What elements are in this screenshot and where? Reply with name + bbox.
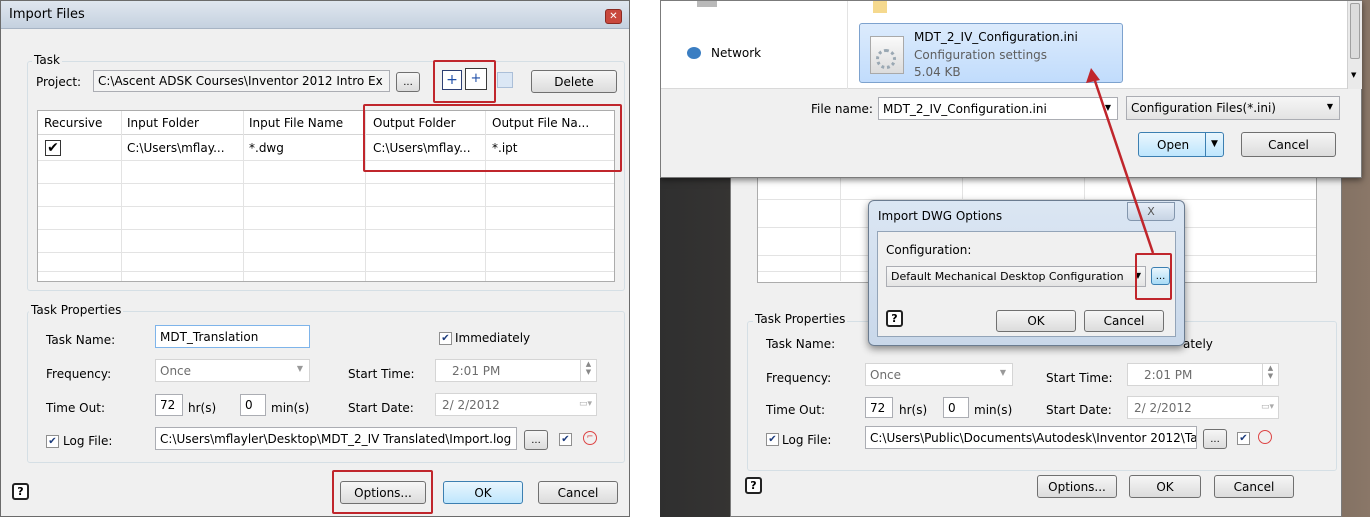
timeout-minutes-input[interactable]: 0 xyxy=(240,394,266,416)
chevron-down-icon: ▼ xyxy=(296,364,303,373)
annotation-box-output-columns xyxy=(363,104,622,172)
help-icon[interactable]: ? xyxy=(12,483,29,500)
log-enable-checkbox[interactable]: ✔ xyxy=(559,433,572,446)
right-screenshot: Task Properties Task Name: ately Frequen… xyxy=(660,0,1370,517)
col-recursive[interactable]: Recursive xyxy=(44,116,102,130)
start-time-input[interactable]: 2:01 PM ▲ ▼ xyxy=(435,359,597,382)
annotation-arrow xyxy=(1086,68,1155,254)
dialog-title: Import Files xyxy=(9,7,85,22)
delete-button[interactable]: Delete xyxy=(531,70,617,93)
col-input-file-name[interactable]: Input File Name xyxy=(249,116,343,130)
start-date-label: Start Date: xyxy=(348,401,414,415)
calendar-icon[interactable]: ▭▾ xyxy=(579,399,592,409)
task-properties-label: Task Properties xyxy=(29,303,124,317)
ok-button[interactable]: OK xyxy=(443,481,523,504)
clock-icon[interactable]: ⌐ xyxy=(583,431,597,445)
annotation-box-new-task xyxy=(433,60,496,103)
cell-input-file: *.dwg xyxy=(249,141,284,155)
recursive-checkbox[interactable]: ✔ xyxy=(45,140,61,156)
task-name-input[interactable]: MDT_Translation xyxy=(155,325,310,348)
start-time-label: Start Time: xyxy=(348,367,415,381)
log-browse-button[interactable]: ... xyxy=(524,430,548,450)
immediately-checkbox[interactable]: ✔ xyxy=(439,332,452,345)
timeout-hours-input[interactable]: 72 xyxy=(155,394,183,416)
hours-unit-label: hr(s) xyxy=(188,401,217,415)
spinner-icon[interactable]: ▲ ▼ xyxy=(580,360,596,381)
log-file-label: Log File: xyxy=(63,434,113,448)
timeout-label: Time Out: xyxy=(46,401,105,415)
project-field[interactable]: C:\Ascent ADSK Courses\Inventor 2012 Int… xyxy=(93,70,390,92)
minutes-unit-label: min(s) xyxy=(271,401,310,415)
log-file-input[interactable]: C:\Users\mflayler\Desktop\MDT_2_IV Trans… xyxy=(155,427,517,450)
task-group-label: Task xyxy=(32,53,62,67)
immediately-label: Immediately xyxy=(455,331,531,345)
task-name-label: Task Name: xyxy=(46,333,116,347)
copy-task-icon[interactable] xyxy=(497,72,513,88)
frequency-select[interactable]: Once ▼ xyxy=(155,359,310,382)
close-icon[interactable]: ✕ xyxy=(605,9,622,24)
col-input-folder[interactable]: Input Folder xyxy=(127,116,199,130)
log-file-checkbox[interactable]: ✔ xyxy=(46,435,59,448)
start-date-input[interactable]: 2/ 2/2012 ▭▾ xyxy=(435,393,597,416)
title-bar: Import Files ✕ xyxy=(1,1,629,29)
cell-input-folder: C:\Users\mflay... xyxy=(127,141,225,155)
annotation-box-options xyxy=(332,470,433,514)
frequency-label: Frequency: xyxy=(46,367,112,381)
project-label: Project: xyxy=(36,75,82,89)
cancel-button[interactable]: Cancel xyxy=(538,481,618,504)
import-files-dialog: Import Files ✕ Task Project: C:\Ascent A… xyxy=(0,0,630,517)
project-browse-button[interactable]: ... xyxy=(396,72,420,92)
